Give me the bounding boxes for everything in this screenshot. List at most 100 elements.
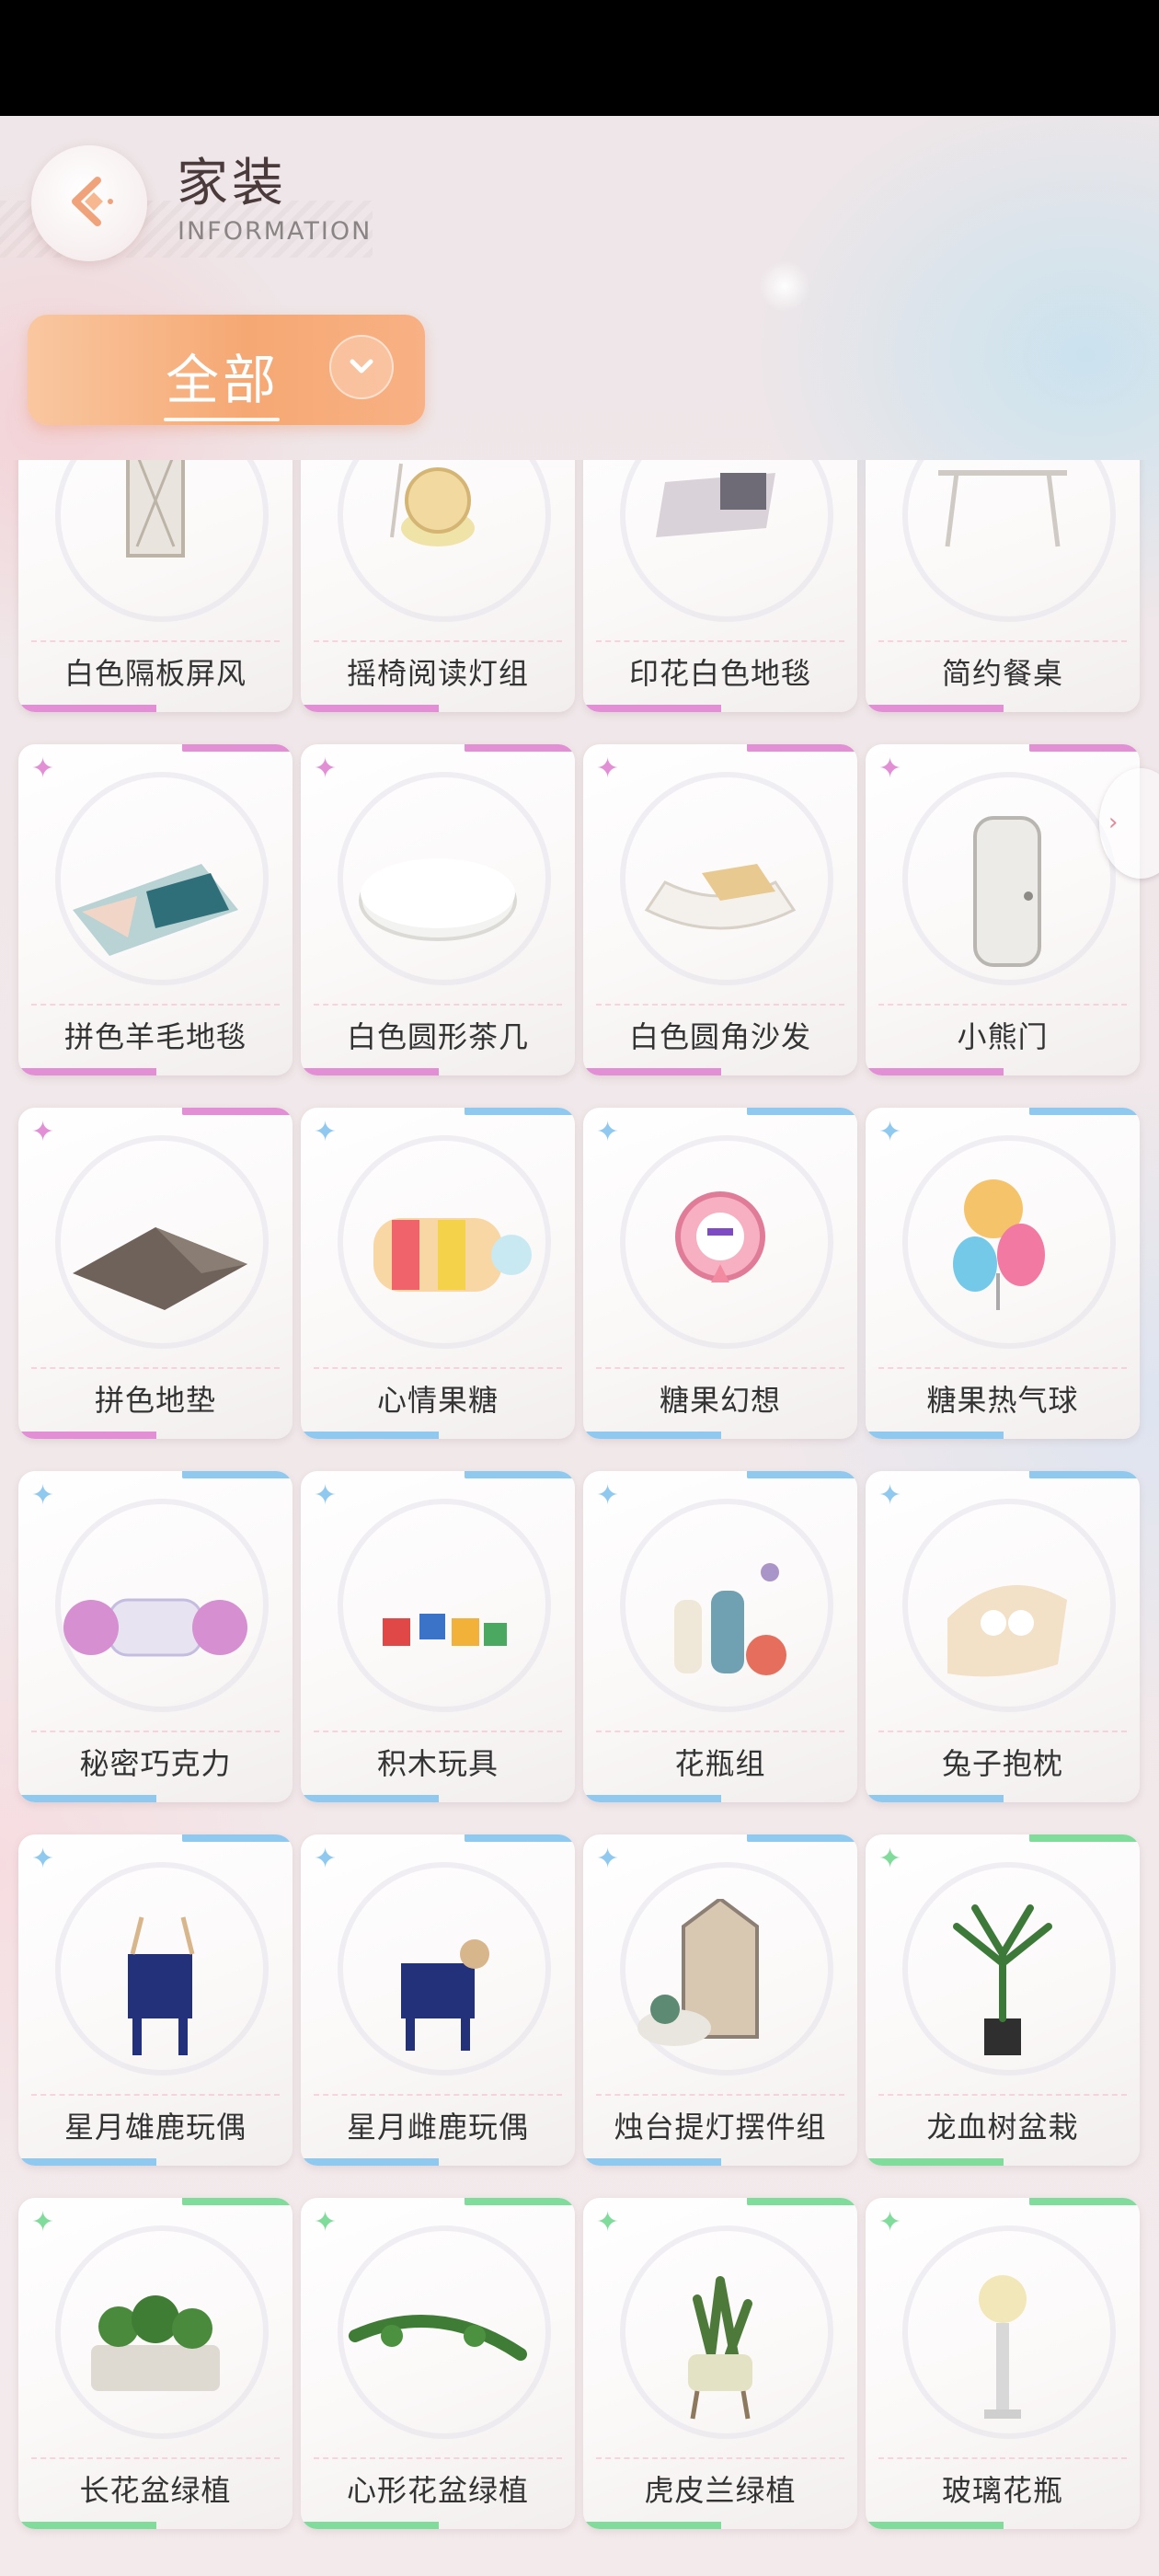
item-image: [337, 2262, 539, 2428]
card-divider: [596, 1004, 844, 1006]
item-name: 兔子抱枕: [941, 1746, 1063, 1781]
back-button[interactable]: [31, 145, 147, 261]
rarity-bar: [301, 1432, 439, 1439]
arrow-left-icon: [57, 169, 121, 237]
card-divider: [878, 1731, 1127, 1732]
item-grid-viewport[interactable]: ✦白色隔板屏风✦摇椅阅读灯组✦印花白色地毯✦简约餐桌✦拼色羊毛地毯✦白色圆形茶几…: [0, 460, 1159, 2576]
item-name: 糖果热气球: [926, 1383, 1079, 1418]
item-name: 摇椅阅读灯组: [346, 656, 529, 691]
item-name: 星月雌鹿玩偶: [346, 2110, 529, 2145]
item-card[interactable]: ✦ 龙血树盆栽: [866, 1834, 1140, 2166]
item-name: 秘密巧克力: [79, 1746, 232, 1781]
rarity-stripe: [1029, 1834, 1140, 1842]
item-image: [54, 2262, 257, 2428]
item-image: [54, 1535, 257, 1701]
item-card[interactable]: ✦ 长花盆绿植: [18, 2198, 293, 2529]
card-divider: [314, 1004, 562, 1006]
item-card[interactable]: ✦ 星月雌鹿玩偶: [301, 1834, 575, 2166]
item-card[interactable]: ✦ 拼色地垫: [18, 1108, 293, 1439]
item-image: [619, 809, 821, 974]
rarity-stripe: [747, 2198, 857, 2205]
card-divider: [878, 2094, 1127, 2096]
card-divider: [878, 1367, 1127, 1369]
item-name: 花瓶组: [674, 1746, 766, 1781]
item-card[interactable]: ✦ 拼色羊毛地毯: [18, 744, 293, 1075]
sparkle-icon: ✦: [314, 2206, 338, 2238]
rarity-bar: [18, 1432, 156, 1439]
header: 家装 INFORMATION: [0, 116, 1159, 300]
item-name: 积木玩具: [376, 1746, 499, 1781]
rarity-bar: [583, 2158, 721, 2166]
card-divider: [31, 2094, 280, 2096]
rarity-stripe: [465, 2198, 575, 2205]
item-card[interactable]: ✦摇椅阅读灯组: [301, 460, 575, 712]
item-name: 星月雄鹿玩偶: [63, 2110, 247, 2145]
filter-dropdown-button[interactable]: 全部: [28, 315, 425, 425]
rarity-stripe: [182, 1108, 293, 1115]
item-image: [337, 1899, 539, 2064]
item-image: [901, 809, 1104, 974]
rarity-bar: [301, 1068, 439, 1075]
item-card[interactable]: ✦ 心情果糖: [301, 1108, 575, 1439]
rarity-bar: [866, 2158, 1004, 2166]
card-divider: [596, 1367, 844, 1369]
item-card[interactable]: ✦ 积木玩具: [301, 1471, 575, 1802]
rarity-bar: [18, 2158, 156, 2166]
item-card[interactable]: ✦ 糖果幻想: [583, 1108, 857, 1439]
item-name: 玻璃花瓶: [941, 2473, 1063, 2508]
item-card[interactable]: ✦ 虎皮兰绿植: [583, 2198, 857, 2529]
item-card[interactable]: ✦印花白色地毯: [583, 460, 857, 712]
item-card[interactable]: ✦ 花瓶组: [583, 1471, 857, 1802]
item-card[interactable]: ✦ 烛台提灯摆件组: [583, 1834, 857, 2166]
sparkle-icon: ✦: [878, 753, 902, 785]
item-card[interactable]: ✦白色隔板屏风: [18, 460, 293, 712]
item-name: 白色隔板屏风: [63, 656, 247, 691]
item-card[interactable]: ✦简约餐桌: [866, 460, 1140, 712]
rarity-bar: [18, 2522, 156, 2529]
sparkle-icon: ✦: [31, 1116, 55, 1148]
item-card[interactable]: ✦ 白色圆角沙发: [583, 744, 857, 1075]
card-divider: [314, 1367, 562, 1369]
item-card[interactable]: ✦ 兔子抱枕: [866, 1471, 1140, 1802]
rarity-stripe: [1029, 1108, 1140, 1115]
rarity-stripe: [182, 2198, 293, 2205]
sparkle-icon: ✦: [314, 1116, 338, 1148]
item-image: [337, 1172, 539, 1338]
sparkle-icon: ✦: [314, 1843, 338, 1875]
rarity-stripe: [747, 1471, 857, 1478]
chevron-down-icon: [329, 335, 394, 399]
card-divider: [314, 2094, 562, 2096]
rarity-stripe: [465, 1471, 575, 1478]
sparkle-icon: ✦: [596, 1116, 620, 1148]
sparkle-icon: ✦: [31, 2206, 55, 2238]
item-card[interactable]: ✦ 糖果热气球: [866, 1108, 1140, 1439]
card-divider: [31, 1367, 280, 1369]
item-name: 龙血树盆栽: [926, 2110, 1079, 2145]
item-card[interactable]: ✦ 心形花盆绿植: [301, 2198, 575, 2529]
sparkle-icon: ✦: [31, 1479, 55, 1512]
item-card[interactable]: ✦ 白色圆形茶几: [301, 744, 575, 1075]
rarity-bar: [866, 1795, 1004, 1802]
card-divider: [596, 2094, 844, 2096]
item-card[interactable]: ✦ 小熊门: [866, 744, 1140, 1075]
sparkle-icon: ✦: [596, 753, 620, 785]
item-name: 拼色羊毛地毯: [63, 1019, 247, 1054]
sparkle-icon: ✦: [596, 1479, 620, 1512]
rarity-stripe: [182, 1471, 293, 1478]
rarity-stripe: [1029, 1471, 1140, 1478]
card-divider: [31, 2457, 280, 2459]
item-card[interactable]: ✦ 秘密巧克力: [18, 1471, 293, 1802]
sparkle-icon: ✦: [596, 1843, 620, 1875]
item-card[interactable]: ✦ 玻璃花瓶: [866, 2198, 1140, 2529]
item-image: [54, 460, 257, 611]
card-divider: [878, 2457, 1127, 2459]
item-card[interactable]: ✦ 星月雄鹿玩偶: [18, 1834, 293, 2166]
item-image: [901, 1535, 1104, 1701]
item-name: 长花盆绿植: [79, 2473, 232, 2508]
item-name: 白色圆形茶几: [346, 1019, 529, 1054]
rarity-bar: [301, 2522, 439, 2529]
card-divider: [314, 2457, 562, 2459]
item-name: 虎皮兰绿植: [644, 2473, 797, 2508]
page-title: 家装: [177, 154, 287, 213]
rarity-bar: [583, 1068, 721, 1075]
